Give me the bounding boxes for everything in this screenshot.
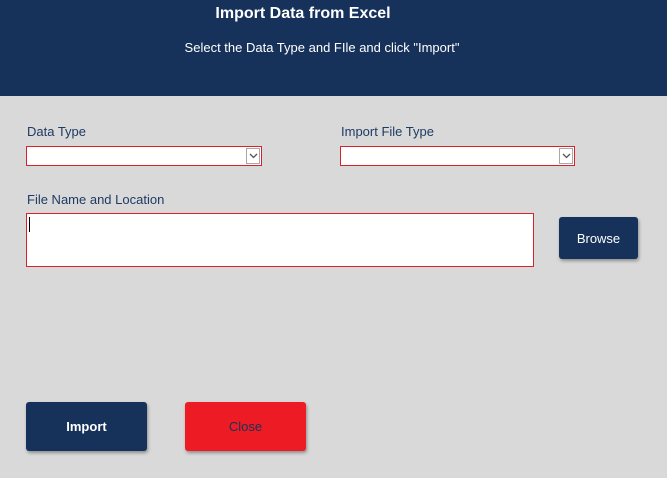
close-button[interactable]: Close bbox=[185, 402, 306, 451]
import-file-type-dropdown[interactable] bbox=[340, 146, 575, 166]
chevron-down-icon[interactable] bbox=[246, 148, 260, 164]
browse-button[interactable]: Browse bbox=[559, 217, 638, 259]
import-file-type-label: Import File Type bbox=[341, 124, 434, 139]
data-type-dropdown[interactable] bbox=[26, 146, 262, 166]
text-cursor bbox=[29, 217, 30, 232]
file-name-label: File Name and Location bbox=[27, 192, 165, 207]
chevron-down-icon[interactable] bbox=[559, 148, 573, 164]
data-type-label: Data Type bbox=[27, 124, 87, 139]
import-button[interactable]: Import bbox=[26, 402, 147, 451]
dialog-subtitle: Select the Data Type and FIle and click … bbox=[184, 40, 460, 55]
file-name-input[interactable] bbox=[26, 213, 534, 267]
header-banner: Import Data from Excel Select the Data T… bbox=[0, 0, 667, 96]
dialog-title: Import Data from Excel bbox=[215, 5, 391, 22]
